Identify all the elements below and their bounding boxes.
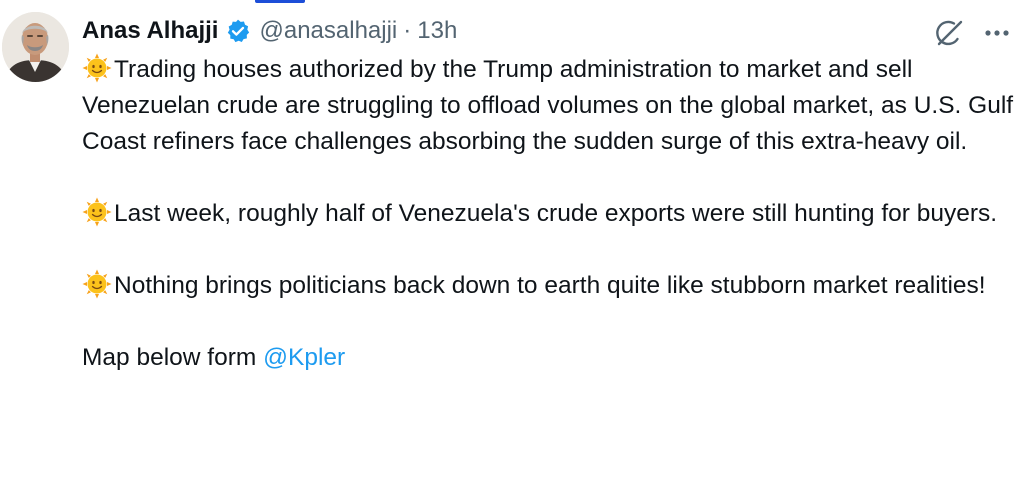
avatar-portrait bbox=[2, 12, 69, 82]
header-separator: · bbox=[403, 17, 412, 44]
scroll-indicator bbox=[255, 0, 305, 3]
grok-button[interactable] bbox=[932, 16, 966, 50]
tweet-timestamp[interactable]: 13h bbox=[417, 17, 457, 45]
paragraph-text: Last week, roughly half of Venezuela's c… bbox=[114, 200, 998, 227]
tweet-paragraph: Nothing brings politicians back down to … bbox=[82, 268, 1022, 304]
tweet-paragraph: Last week, roughly half of Venezuela's c… bbox=[82, 196, 1022, 232]
tweet-paragraph: Trading houses authorized by the Trump a… bbox=[82, 52, 1022, 160]
footer-text: Map below form bbox=[82, 344, 264, 371]
sun-with-face-icon bbox=[82, 197, 112, 227]
more-options-button[interactable] bbox=[982, 18, 1012, 48]
verified-badge-icon[interactable] bbox=[225, 18, 251, 44]
paragraph-text: Trading houses authorized by the Trump a… bbox=[82, 56, 1014, 155]
more-options-icon bbox=[985, 30, 1009, 36]
tweet[interactable]: Anas Alhajji @anasalhajji · 13h Trading … bbox=[0, 0, 1030, 490]
tweet-text: Trading houses authorized by the Trump a… bbox=[82, 52, 1022, 376]
tweet-header: Anas Alhajji @anasalhajji · 13h bbox=[82, 14, 457, 48]
author-name[interactable]: Anas Alhajji bbox=[82, 17, 218, 45]
grok-icon bbox=[936, 20, 963, 46]
avatar[interactable] bbox=[2, 12, 69, 82]
paragraph-text: Nothing brings politicians back down to … bbox=[114, 272, 986, 299]
mention-link[interactable]: @Kpler bbox=[263, 344, 345, 371]
author-handle[interactable]: @anasalhajji bbox=[259, 17, 397, 45]
sun-with-face-icon bbox=[82, 53, 112, 83]
tweet-footer-line: Map below form @Kpler bbox=[82, 340, 1022, 376]
sun-with-face-icon bbox=[82, 269, 112, 299]
